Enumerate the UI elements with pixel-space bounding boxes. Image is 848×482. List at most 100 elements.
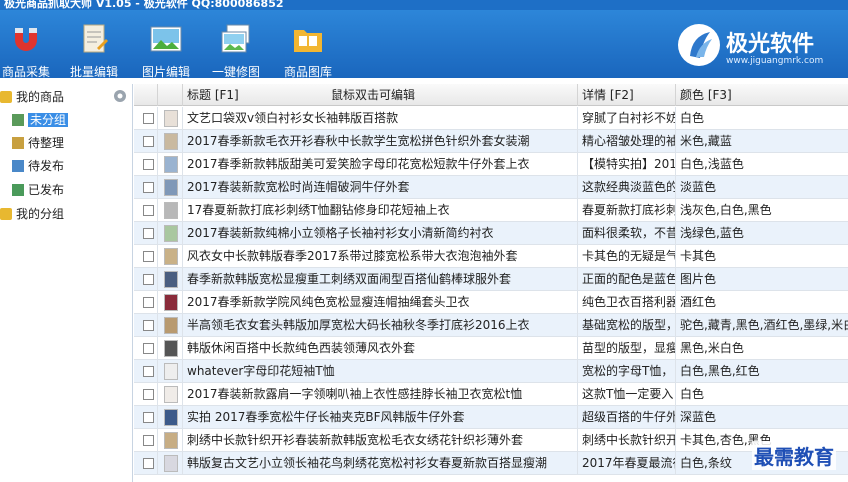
row-detail[interactable]: 面料很柔软，不昔 (578, 222, 676, 245)
header-color[interactable]: 颜色 [F3] (676, 84, 848, 106)
product-thumbnail (164, 363, 178, 380)
row-detail[interactable]: 超级百搭的牛仔外 (578, 406, 676, 429)
row-title[interactable]: 韩版休闲百搭中长款纯色西装领薄风衣外套 (183, 337, 578, 360)
row-title[interactable]: 实拍 2017春季宽松牛仔长袖夹克BF风韩版牛仔外套 (183, 406, 578, 429)
row-title[interactable]: 刺绣中长款针织开衫春装新款韩版宽松毛衣女绣花针织衫薄外套 (183, 429, 578, 452)
row-detail[interactable]: 精心褶皱处理的袖 (578, 130, 676, 153)
table-row[interactable]: 刺绣中长款针织开衫春装新款韩版宽松毛衣女绣花针织衫薄外套 刺绣中长款针织开 卡其色,… (134, 429, 848, 452)
row-checkbox[interactable] (143, 113, 154, 124)
table-row[interactable]: 2017春季新款韩版甜美可爱笑脸字母印花宽松短款牛仔外套上衣 【模特实拍】201 白… (134, 153, 848, 176)
row-detail[interactable]: 正面的配色是蓝色 (578, 268, 676, 291)
row-checkbox[interactable] (143, 182, 154, 193)
row-checkbox[interactable] (143, 343, 154, 354)
row-title[interactable]: 半高领毛衣女套头韩版加厚宽松大码长袖秋冬季打底衫2016上衣 (183, 314, 578, 337)
row-checkbox-cell (134, 130, 158, 153)
table-row[interactable]: 韩版复古文艺小立领长袖花鸟刺绣花宽松衬衫女春夏新款百搭显瘦潮 2017年春夏最流行… (134, 452, 848, 475)
product-thumbnail (164, 340, 178, 357)
row-title[interactable]: 春季新款韩版宽松显瘦重工刺绣双面闹型百搭仙鹤棒球服外套 (183, 268, 578, 291)
tree-item-ungrouped[interactable]: 未分组 (12, 110, 69, 130)
image-edit-button[interactable]: 图片编辑 (142, 22, 190, 80)
row-color[interactable]: 深蓝色 (676, 406, 848, 429)
row-title[interactable]: 2017春装新款纯棉小立领格子长袖衬衫女小清新简约衬衣 (183, 222, 578, 245)
row-color[interactable]: 米色,藏蓝 (676, 130, 848, 153)
row-title[interactable]: 2017春季新款学院风纯色宽松显瘦连帽抽绳套头卫衣 (183, 291, 578, 314)
row-checkbox[interactable] (143, 389, 154, 400)
table-row[interactable]: 2017春装新款露肩一字领喇叭袖上衣性感挂脖长袖卫衣宽松t恤 这款T恤一定要入 白色 (134, 383, 848, 406)
row-detail[interactable]: 纯色卫衣百搭利器 (578, 291, 676, 314)
row-detail[interactable]: 穿腻了白衬衫不妨 (578, 107, 676, 130)
row-detail[interactable]: 宽松的字母T恤， (578, 360, 676, 383)
product-thumbnail (164, 455, 178, 472)
tree-root-my-groups[interactable]: 我的分组 (0, 204, 64, 224)
row-checkbox[interactable] (143, 435, 154, 446)
row-color[interactable]: 卡其色 (676, 245, 848, 268)
row-detail[interactable]: 基础宽松的版型， (578, 314, 676, 337)
gear-icon[interactable] (112, 88, 128, 104)
row-color[interactable]: 白色,黑色,红色 (676, 360, 848, 383)
tree-item-published[interactable]: 已发布 (12, 180, 64, 200)
table-row[interactable]: 2017春季新款毛衣开衫春秋中长款学生宽松拼色针织外套女装潮 精心褶皱处理的袖 米色… (134, 130, 848, 153)
tree-item-to-publish[interactable]: 待发布 (12, 156, 64, 176)
row-checkbox[interactable] (143, 297, 154, 308)
row-title[interactable]: 韩版复古文艺小立领长袖花鸟刺绣花宽松衬衫女春夏新款百搭显瘦潮 (183, 452, 578, 475)
row-color[interactable]: 浅绿色,蓝色 (676, 222, 848, 245)
tree-item-to-organize[interactable]: 待整理 (12, 133, 64, 153)
tree-root-my-products[interactable]: 我的商品 (0, 87, 64, 107)
row-color[interactable]: 酒红色 (676, 291, 848, 314)
row-title[interactable]: 17春夏新款打底衫刺绣T恤翻钻修身印花短袖上衣 (183, 199, 578, 222)
row-detail[interactable]: 【模特实拍】201 (578, 153, 676, 176)
row-color[interactable]: 白色 (676, 383, 848, 406)
row-checkbox[interactable] (143, 251, 154, 262)
row-title[interactable]: 2017春装新款露肩一字领喇叭袖上衣性感挂脖长袖卫衣宽松t恤 (183, 383, 578, 406)
row-detail[interactable]: 这款经典淡蓝色的 (578, 176, 676, 199)
table-row[interactable]: 17春夏新款打底衫刺绣T恤翻钻修身印花短袖上衣 春夏新款打底衫刺 浅灰色,白色,黑色 (134, 199, 848, 222)
batch-edit-button[interactable]: 批量编辑 (70, 22, 118, 80)
table-row[interactable]: 春季新款韩版宽松显瘦重工刺绣双面闹型百搭仙鹤棒球服外套 正面的配色是蓝色 图片色 (134, 268, 848, 291)
row-detail[interactable]: 卡其色的无疑是气 (578, 245, 676, 268)
row-detail[interactable]: 苗型的版型，显瘦 (578, 337, 676, 360)
row-checkbox[interactable] (143, 205, 154, 216)
table-row[interactable]: 实拍 2017春季宽松牛仔长袖夹克BF风韩版牛仔外套 超级百搭的牛仔外 深蓝色 (134, 406, 848, 429)
row-color[interactable]: 白色,浅蓝色 (676, 153, 848, 176)
product-thumbnail (164, 202, 178, 219)
row-checkbox[interactable] (143, 228, 154, 239)
row-detail[interactable]: 春夏新款打底衫刺 (578, 199, 676, 222)
header-detail[interactable]: 详情 [F2] (578, 84, 676, 106)
row-color[interactable]: 淡蓝色 (676, 176, 848, 199)
product-gallery-button[interactable]: 商品图库 (284, 22, 332, 80)
row-checkbox[interactable] (143, 274, 154, 285)
row-checkbox[interactable] (143, 136, 154, 147)
row-checkbox[interactable] (143, 366, 154, 377)
row-color[interactable]: 驼色,藏青,黑色,酒红色,墨绿,米白 (676, 314, 848, 337)
table-row[interactable]: 文艺口袋双v领白衬衫女长袖韩版百搭款 穿腻了白衬衫不妨 白色 (134, 107, 848, 130)
table-row[interactable]: 2017春装新款宽松时尚连帽破洞牛仔外套 这款经典淡蓝色的 淡蓝色 (134, 176, 848, 199)
row-title[interactable]: 文艺口袋双v领白衬衫女长袖韩版百搭款 (183, 107, 578, 130)
row-title[interactable]: 风衣女中长款韩版春季2017系带过膝宽松系带大衣泡泡袖外套 (183, 245, 578, 268)
row-detail[interactable]: 刺绣中长款针织开 (578, 429, 676, 452)
row-color[interactable]: 黑色,米白色 (676, 337, 848, 360)
batch-edit-label: 批量编辑 (70, 65, 119, 79)
row-title[interactable]: whatever字母印花短袖T恤 (183, 360, 578, 383)
row-checkbox[interactable] (143, 320, 154, 331)
one-click-retouch-button[interactable]: 一键修图 (212, 22, 260, 80)
row-color[interactable]: 图片色 (676, 268, 848, 291)
product-collect-button[interactable]: 商品采集 (2, 22, 50, 80)
row-color[interactable]: 白色 (676, 107, 848, 130)
row-checkbox[interactable] (143, 458, 154, 469)
table-row[interactable]: 风衣女中长款韩版春季2017系带过膝宽松系带大衣泡泡袖外套 卡其色的无疑是气 卡其色 (134, 245, 848, 268)
table-row[interactable]: 2017春季新款学院风纯色宽松显瘦连帽抽绳套头卫衣 纯色卫衣百搭利器 酒红色 (134, 291, 848, 314)
row-title[interactable]: 2017春季新款韩版甜美可爱笑脸字母印花宽松短款牛仔外套上衣 (183, 153, 578, 176)
row-detail[interactable]: 2017年春夏最流行 (578, 452, 676, 475)
row-title[interactable]: 2017春季新款毛衣开衫春秋中长款学生宽松拼色针织外套女装潮 (183, 130, 578, 153)
table-row[interactable]: 2017春装新款纯棉小立领格子长袖衬衫女小清新简约衬衣 面料很柔软，不昔 浅绿色,蓝… (134, 222, 848, 245)
table-row[interactable]: 半高领毛衣女套头韩版加厚宽松大码长袖秋冬季打底衫2016上衣 基础宽松的版型， 驼色… (134, 314, 848, 337)
header-title[interactable]: 标题 [F1] 鼠标双击可编辑 (183, 84, 578, 106)
table-row[interactable]: whatever字母印花短袖T恤 宽松的字母T恤， 白色,黑色,红色 (134, 360, 848, 383)
row-checkbox[interactable] (143, 159, 154, 170)
table-row[interactable]: 韩版休闲百搭中长款纯色西装领薄风衣外套 苗型的版型，显瘦 黑色,米白色 (134, 337, 848, 360)
row-color[interactable]: 浅灰色,白色,黑色 (676, 199, 848, 222)
row-detail[interactable]: 这款T恤一定要入 (578, 383, 676, 406)
row-checkbox[interactable] (143, 412, 154, 423)
row-checkbox-cell (134, 452, 158, 475)
row-title[interactable]: 2017春装新款宽松时尚连帽破洞牛仔外套 (183, 176, 578, 199)
